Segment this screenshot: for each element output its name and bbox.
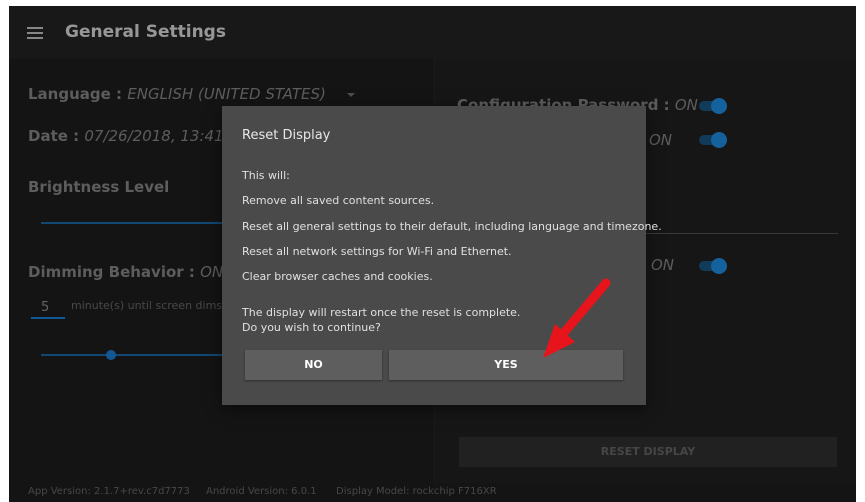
no-button[interactable]: NO (245, 350, 382, 380)
dialog-restart-note: The display will restart once the reset … (242, 306, 521, 319)
dialog-line: Reset all network settings for Wi-Fi and… (242, 245, 512, 258)
dialog-question: Do you wish to continue? (242, 321, 381, 334)
dialog-line: Clear browser caches and cookies. (242, 270, 433, 283)
dialog-line: Reset all general settings to their defa… (242, 220, 662, 233)
dialog-title: Reset Display (242, 128, 331, 143)
dialog-line: Remove all saved content sources. (242, 194, 435, 207)
dialog-line: This will: (242, 169, 290, 182)
android-screen: General Settings Language : ENGLISH (UNI… (9, 6, 856, 502)
reset-display-dialog: Reset Display This will: Remove all save… (222, 106, 662, 405)
yes-button[interactable]: YES (389, 350, 623, 380)
